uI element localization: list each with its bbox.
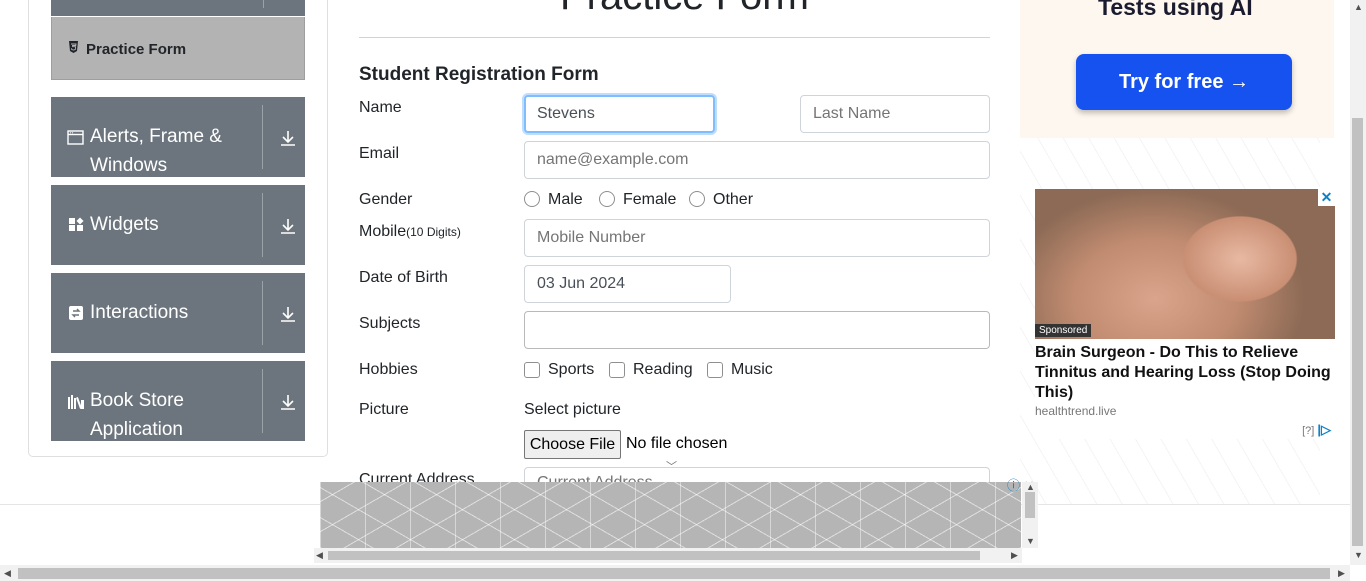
form-title: Student Registration Form xyxy=(359,64,599,85)
gender-female-radio[interactable] xyxy=(599,191,615,207)
try-for-free-button[interactable]: Try for free → xyxy=(1076,54,1292,110)
sidebar-group-widgets[interactable]: Widgets xyxy=(51,185,305,265)
mobile-hint: (10 Digits) xyxy=(406,225,461,239)
gender-female-label[interactable]: Female xyxy=(623,191,676,209)
gender-other-radio[interactable] xyxy=(689,191,705,207)
first-name-input[interactable] xyxy=(524,95,715,133)
mobile-label: Mobile(10 Digits) xyxy=(359,223,461,240)
hobbies-label: Hobbies xyxy=(359,361,418,378)
sidebar-group-label: Interactions xyxy=(90,302,189,323)
gender-label: Gender xyxy=(359,191,413,208)
sidebar: Practice Form Alerts, Frame & Windows Wi… xyxy=(28,0,328,457)
hobby-sports-label[interactable]: Sports xyxy=(548,361,594,379)
date-of-birth-input[interactable] xyxy=(524,265,731,303)
sidebar-group-interactions[interactable]: Interactions xyxy=(51,273,305,353)
picture-label: Picture xyxy=(359,401,409,418)
ad-help[interactable]: [?] |▷ xyxy=(1302,422,1331,438)
sidebar-group-label: Alerts, Frame & Windows xyxy=(90,126,222,176)
download-arrow-icon xyxy=(279,217,297,235)
gender-male-radio[interactable] xyxy=(524,191,540,207)
ad-top[interactable]: Tests using AI Try for free → xyxy=(1020,0,1334,138)
subjects-label: Subjects xyxy=(359,315,421,332)
email-label: Email xyxy=(359,145,400,162)
banner-horizontal-scrollbar[interactable]: ◀ ▶ xyxy=(314,548,1022,563)
download-arrow-icon xyxy=(279,129,297,147)
hobby-reading-checkbox[interactable] xyxy=(609,362,625,378)
title-divider xyxy=(359,37,990,38)
subjects-input[interactable] xyxy=(524,311,990,349)
gender-other-label[interactable]: Other xyxy=(713,191,753,209)
page-horizontal-scrollbar[interactable]: ◀ ▶ xyxy=(0,565,1350,581)
sidebar-item-practice-form[interactable]: Practice Form xyxy=(51,17,305,80)
sidebar-group-book-store[interactable]: Book Store Application xyxy=(51,361,305,441)
widgets-icon xyxy=(67,217,84,234)
page-title: Practice Form xyxy=(560,0,809,19)
sidebar-group-label: Book Store Application xyxy=(90,390,184,440)
dob-label: Date of Birth xyxy=(359,269,448,286)
name-label: Name xyxy=(359,99,402,116)
sidebar-item-label: Practice Form xyxy=(86,41,187,58)
ad-headline[interactable]: Brain Surgeon - Do This to Relieve Tinni… xyxy=(1035,343,1335,403)
close-icon[interactable]: ✕ xyxy=(1318,189,1335,206)
sidebar-group-label: Widgets xyxy=(90,214,159,235)
hobby-reading-label[interactable]: Reading xyxy=(633,361,693,379)
window-icon xyxy=(67,130,84,147)
hobby-sports-checkbox[interactable] xyxy=(524,362,540,378)
banner-vertical-scrollbar[interactable]: ▲ ▼ xyxy=(1022,482,1038,548)
download-arrow-icon xyxy=(279,393,297,411)
html5-icon xyxy=(68,41,79,53)
sponsored-badge: Sponsored xyxy=(1035,324,1092,337)
sidebar-group-alerts[interactable]: Alerts, Frame & Windows xyxy=(51,97,305,177)
ad-image[interactable] xyxy=(1035,189,1335,339)
select-picture-label: Select picture xyxy=(524,401,621,418)
last-name-input[interactable] xyxy=(800,95,990,133)
ad-card[interactable]: ✕ Sponsored Brain Surgeon - Do This to R… xyxy=(1035,189,1335,439)
books-icon xyxy=(67,394,84,411)
chevron-down-icon[interactable]: ﹀ xyxy=(666,458,677,474)
file-status: No file chosen xyxy=(626,435,728,452)
gender-male-label[interactable]: Male xyxy=(548,191,583,209)
sidebar-group-forms[interactable] xyxy=(51,0,305,16)
page-vertical-scrollbar[interactable]: ▲ ▼ xyxy=(1350,0,1366,565)
hobby-music-label[interactable]: Music xyxy=(731,361,773,379)
bottom-banner-ad[interactable] xyxy=(320,482,1021,548)
choose-file-button[interactable]: Choose File xyxy=(524,430,621,459)
hobby-music-checkbox[interactable] xyxy=(707,362,723,378)
download-arrow-icon xyxy=(279,305,297,323)
interactions-icon xyxy=(67,306,84,323)
ad-top-headline: Tests using AI xyxy=(1098,0,1253,20)
email-input[interactable] xyxy=(524,141,990,179)
ad-domain: healthtrend.live xyxy=(1035,404,1117,418)
adchoices-icon: |▷ xyxy=(1317,422,1331,437)
mobile-input[interactable] xyxy=(524,219,990,257)
